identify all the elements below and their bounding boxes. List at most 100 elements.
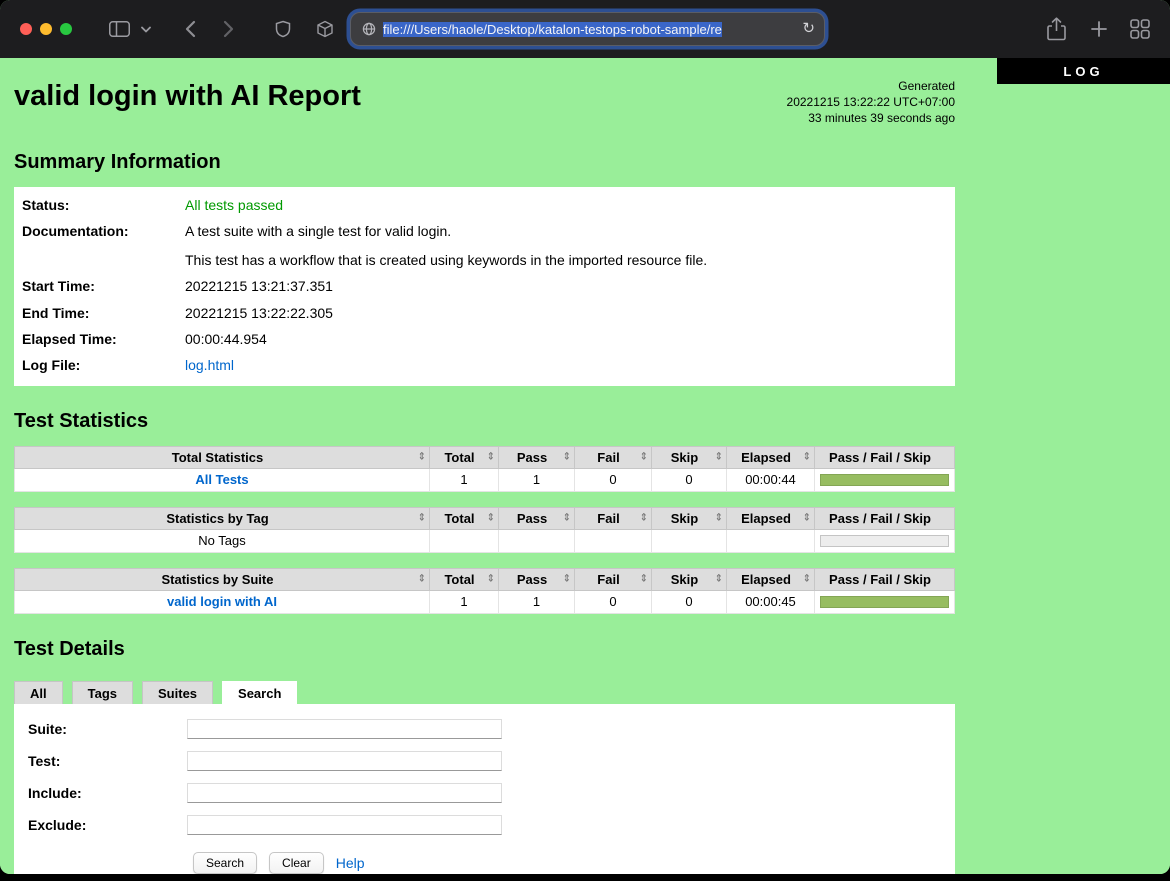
stats-header-graph[interactable]: Pass / Fail / Skip [815,568,955,590]
fail-cell: 0 [575,468,652,491]
new-tab-icon[interactable] [1088,0,1110,58]
page-title: valid login with AI Report [14,80,361,113]
documentation-paragraph: A test suite with a single test for vali… [185,221,707,241]
stats-header-skip[interactable]: Skip [652,568,727,590]
stats-header-name[interactable]: Total Statistics [15,446,430,468]
summary-row-start-time: Start Time: 20221215 13:21:37.351 [14,273,955,299]
sidebar-icon[interactable] [106,0,132,58]
stats-header-graph[interactable]: Pass / Fail / Skip [815,507,955,529]
form-row-exclude: Exclude: [22,812,947,838]
stats-table-title: Statistics by Suite [162,572,274,587]
sort-icon [803,574,811,585]
minimize-window-button[interactable] [40,23,52,35]
fail-cell [575,529,652,552]
log-button[interactable]: LOG [997,58,1170,84]
skip-cell: 0 [652,590,727,613]
help-link[interactable]: Help [336,855,365,871]
all-tests-link[interactable]: All Tests [195,472,248,487]
maximize-window-button[interactable] [60,23,72,35]
address-bar[interactable]: file:///Users/haole/Desktop/katalon-test… [350,12,825,46]
back-icon[interactable] [180,0,200,58]
total-statistics-table: Total Statistics Total Pass Fail Skip El… [14,446,955,492]
pass-cell: 1 [499,590,575,613]
stats-header-name[interactable]: Statistics by Tag [15,507,430,529]
pass-fail-skip-bar [820,474,949,486]
stats-header-elapsed[interactable]: Elapsed [727,446,815,468]
reload-icon[interactable] [802,19,815,37]
stats-header-skip[interactable]: Skip [652,507,727,529]
include-input[interactable] [187,783,502,803]
sort-icon [715,452,723,463]
tab-all[interactable]: All [14,681,63,704]
documentation-label: Documentation: [22,221,185,271]
form-row-suite: Suite: [22,716,947,742]
sort-icon [803,452,811,463]
clear-button[interactable]: Clear [269,852,324,874]
stats-header-fail[interactable]: Fail [575,568,652,590]
report-page: LOG valid login with AI Report Generated… [0,58,1170,874]
sort-icon [487,452,495,463]
chevron-down-icon[interactable] [138,0,154,58]
stats-header-total[interactable]: Total [430,446,499,468]
summary-table: Status: All tests passed Documentation: … [14,187,955,386]
include-field-label: Include: [22,785,187,801]
search-button[interactable]: Search [193,852,257,874]
table-row: valid login with AI 1 1 0 0 00:00:45 [15,590,955,613]
browser-chrome: file:///Users/haole/Desktop/katalon-test… [0,0,1170,58]
details-heading: Test Details [14,638,955,661]
exclude-input[interactable] [187,815,502,835]
generated-timestamp: 20221215 13:22:22 UTC+07:00 [787,94,955,110]
stats-header-fail[interactable]: Fail [575,507,652,529]
stats-header-elapsed[interactable]: Elapsed [727,568,815,590]
window-controls [20,23,72,35]
stats-table-title: Total Statistics [172,450,264,465]
test-input[interactable] [187,751,502,771]
suite-field-label: Suite: [22,721,187,737]
tab-tags[interactable]: Tags [72,681,133,704]
tab-overview-icon[interactable] [1128,0,1152,58]
documentation-paragraph: This test has a workflow that is created… [185,250,707,270]
stats-header-name[interactable]: Statistics by Suite [15,568,430,590]
stats-header-fail[interactable]: Fail [575,446,652,468]
log-file-link[interactable]: log.html [185,357,234,373]
sort-icon [563,574,571,585]
table-row: All Tests 1 1 0 0 00:00:44 [15,468,955,491]
end-time-value: 20221215 13:22:22.305 [185,303,333,323]
suite-link[interactable]: valid login with AI [167,594,277,609]
stats-table-title: Statistics by Tag [166,511,268,526]
stats-header-skip[interactable]: Skip [652,446,727,468]
log-file-label: Log File: [22,355,185,375]
globe-icon [362,22,376,36]
elapsed-cell: 00:00:44 [727,468,815,491]
forward-icon[interactable] [218,0,238,58]
url-selected-text: file:///Users/haole/Desktop/katalon-test… [383,22,722,37]
report-header: valid login with AI Report Generated 202… [14,58,955,127]
stats-header-pass[interactable]: Pass [499,568,575,590]
tab-search[interactable]: Search [222,681,297,704]
stats-header-graph[interactable]: Pass / Fail / Skip [815,446,955,468]
suite-input[interactable] [187,719,502,739]
search-panel: Suite: Test: Include: Exclude: Search Cl… [14,704,955,874]
summary-row-log-file: Log File: log.html [14,352,955,378]
stats-header-pass[interactable]: Pass [499,446,575,468]
sort-icon [715,574,723,585]
sort-icon [487,574,495,585]
tab-suites[interactable]: Suites [142,681,213,704]
sort-icon [715,513,723,524]
stats-header-total[interactable]: Total [430,568,499,590]
generated-ago: 33 minutes 39 seconds ago [787,110,955,126]
form-row-include: Include: [22,780,947,806]
skip-cell [652,529,727,552]
sort-icon [640,513,648,524]
stats-header-elapsed[interactable]: Elapsed [727,507,815,529]
share-icon[interactable] [1044,0,1068,58]
form-buttons: Search Clear Help [193,852,947,874]
extensions-cube-icon[interactable] [314,0,336,58]
end-time-label: End Time: [22,303,185,323]
start-time-label: Start Time: [22,276,185,296]
elapsed-time-value: 00:00:44.954 [185,329,267,349]
stats-header-total[interactable]: Total [430,507,499,529]
close-window-button[interactable] [20,23,32,35]
shield-icon[interactable] [272,0,294,58]
stats-header-pass[interactable]: Pass [499,507,575,529]
